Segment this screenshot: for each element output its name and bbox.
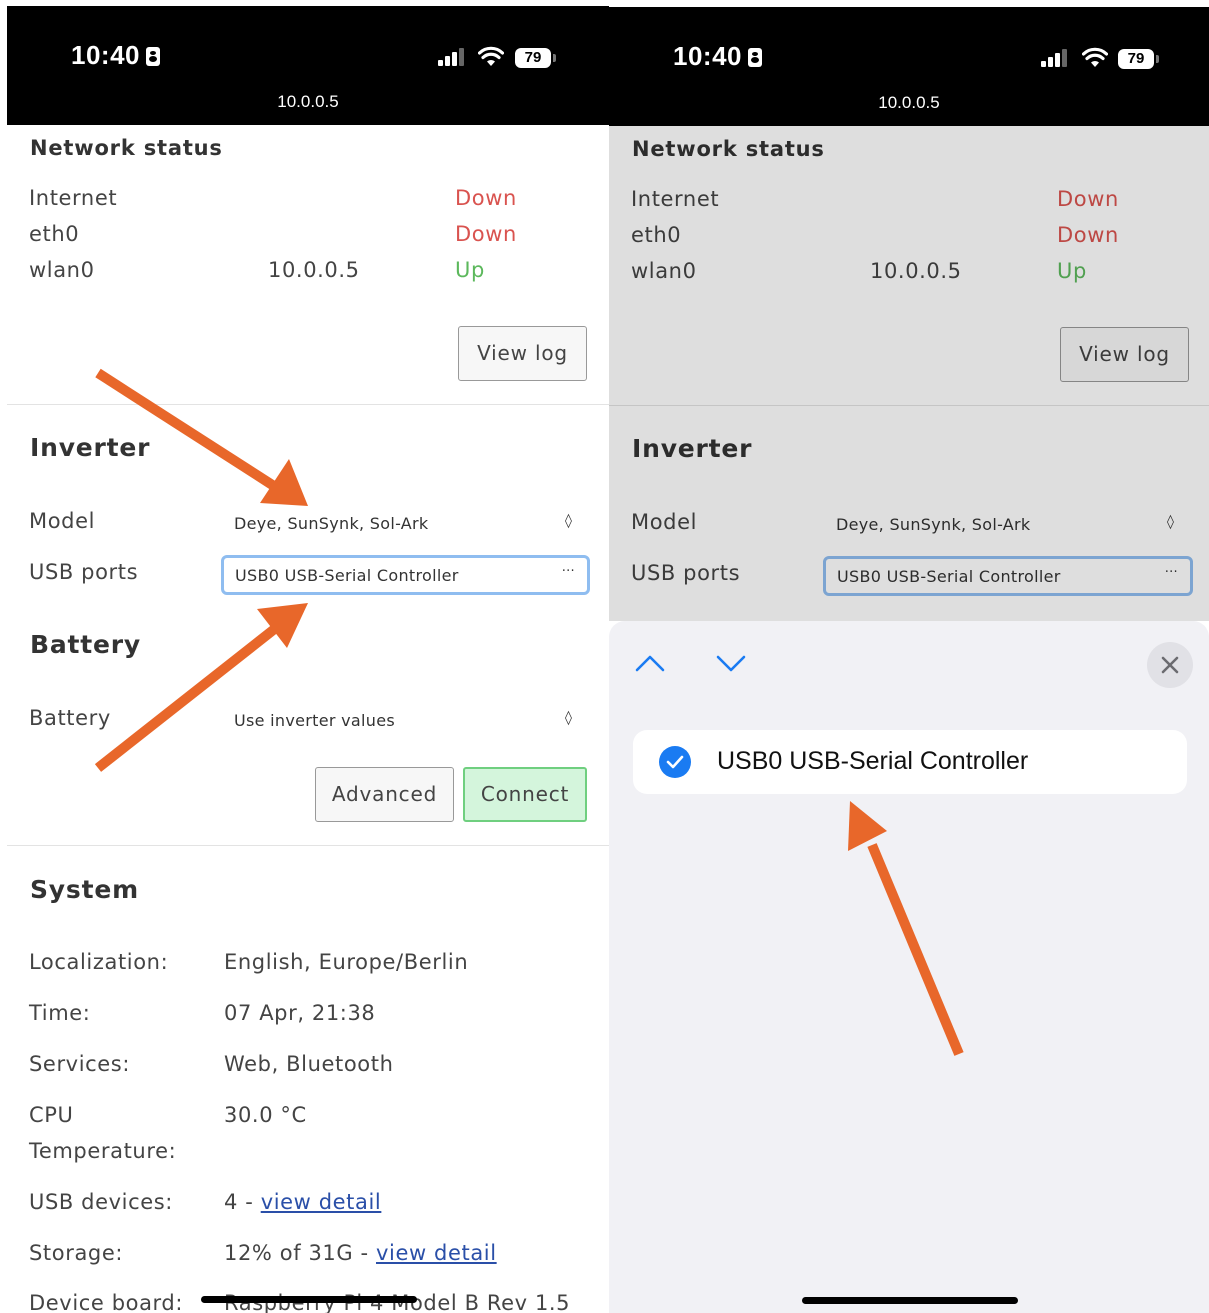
time-label: Time: xyxy=(29,1001,91,1025)
more-icon: ··· xyxy=(561,564,575,579)
wlan0-label: wlan0 xyxy=(29,258,95,282)
status-bar: 10:40 79 10.0.0.5 xyxy=(7,6,609,125)
usb-ports-value: USB0 USB-Serial Controller xyxy=(235,566,459,585)
close-icon xyxy=(1161,656,1179,674)
localization-value: English, Europe/Berlin xyxy=(224,950,469,974)
cellular-signal-icon xyxy=(1041,49,1071,67)
home-indicator[interactable] xyxy=(201,1296,417,1303)
dim-overlay xyxy=(609,125,1209,621)
address-bar-url[interactable]: 10.0.0.5 xyxy=(7,92,609,112)
internet-label: Internet xyxy=(29,186,118,210)
model-select[interactable]: Deye, SunSynk, Sol-Ark xyxy=(234,514,429,533)
contact-card-icon xyxy=(748,48,762,67)
view-log-button[interactable]: View log xyxy=(458,326,587,381)
battery-label: Battery xyxy=(29,706,111,730)
divider xyxy=(7,845,609,846)
address-bar-url[interactable]: 10.0.0.5 xyxy=(609,93,1209,113)
left-screen: 10:40 79 10.0.0.5 Network status Interne… xyxy=(7,0,609,1313)
status-time: 10:40 xyxy=(71,40,160,71)
eth0-label: eth0 xyxy=(29,222,80,246)
battery-icon: 79 xyxy=(1118,49,1159,69)
cpu-label: CPU xyxy=(29,1103,74,1127)
clock: 10:40 xyxy=(71,40,140,70)
chevron-up-icon[interactable] xyxy=(635,653,665,673)
time-value: 07 Apr, 21:38 xyxy=(224,1001,376,1025)
picker-option-label: USB0 USB-Serial Controller xyxy=(717,747,1029,775)
contact-card-icon xyxy=(146,47,160,66)
wlan0-ip: 10.0.0.5 xyxy=(268,258,360,282)
annotation-arrowhead xyxy=(260,459,308,506)
annotation-arrowhead xyxy=(257,603,308,648)
divider xyxy=(7,404,609,405)
model-label: Model xyxy=(29,509,96,533)
services-value: Web, Bluetooth xyxy=(224,1052,394,1076)
wifi-icon xyxy=(478,46,504,66)
network-status-title: Network status xyxy=(30,136,223,160)
storage-usage: 12% of 31G - xyxy=(224,1241,376,1265)
battery-title: Battery xyxy=(30,630,142,659)
usb-devices-count: 4 - xyxy=(224,1190,261,1214)
close-button[interactable] xyxy=(1147,642,1193,688)
storage-label: Storage: xyxy=(29,1241,124,1265)
system-title: System xyxy=(30,875,139,904)
usb-view-detail-link[interactable]: view detail xyxy=(261,1190,382,1214)
status-bar: 10:40 79 10.0.0.5 xyxy=(609,7,1209,126)
battery-icon: 79 xyxy=(515,48,556,68)
temperature-label: Temperature: xyxy=(29,1139,177,1163)
cpu-temperature-value: 30.0 °C xyxy=(224,1103,307,1127)
advanced-button[interactable]: Advanced xyxy=(315,767,454,822)
storage-view-detail-link[interactable]: view detail xyxy=(376,1241,497,1265)
localization-label: Localization: xyxy=(29,950,169,974)
device-board-label: Device board: xyxy=(29,1291,184,1313)
right-screen: 10:40 79 10.0.0.5 Network status Interne… xyxy=(609,0,1209,1313)
home-indicator[interactable] xyxy=(802,1297,1018,1304)
picker-option[interactable]: USB0 USB-Serial Controller xyxy=(633,730,1187,794)
checkmark-icon xyxy=(659,746,691,778)
select-updown-icon: ◊ xyxy=(565,710,572,726)
internet-status: Down xyxy=(455,186,517,210)
picker-sheet: USB0 USB-Serial Controller xyxy=(609,621,1209,1313)
usb-ports-select[interactable]: USB0 USB-Serial Controller ··· xyxy=(221,555,590,595)
usb-devices-value: 4 - view detail xyxy=(224,1190,381,1214)
services-label: Services: xyxy=(29,1052,131,1076)
cellular-signal-icon xyxy=(438,48,468,66)
storage-value: 12% of 31G - view detail xyxy=(224,1241,497,1265)
chevron-down-icon[interactable] xyxy=(716,654,746,674)
connect-button[interactable]: Connect xyxy=(463,767,587,822)
clock: 10:40 xyxy=(673,41,742,71)
eth0-status: Down xyxy=(455,222,517,246)
wifi-icon xyxy=(1082,47,1108,67)
annotation-arrow xyxy=(95,368,280,493)
battery-select[interactable]: Use inverter values xyxy=(234,711,395,730)
inverter-title: Inverter xyxy=(30,433,151,462)
status-time: 10:40 xyxy=(673,41,762,72)
select-updown-icon: ◊ xyxy=(565,513,572,529)
wlan0-status: Up xyxy=(455,258,485,282)
usb-devices-label: USB devices: xyxy=(29,1190,173,1214)
usb-ports-label: USB ports xyxy=(29,560,139,584)
